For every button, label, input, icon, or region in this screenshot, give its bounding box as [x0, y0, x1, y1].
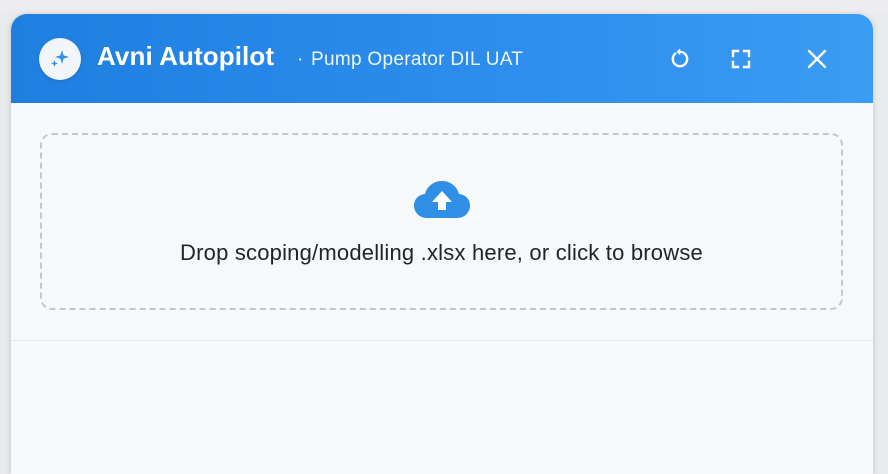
content-divider	[11, 340, 873, 341]
fullscreen-icon	[731, 49, 751, 69]
autopilot-panel: Avni Autopilot · Pump Operator DIL UAT D…	[11, 14, 873, 474]
org-subtitle: Pump Operator DIL UAT	[311, 49, 524, 70]
panel-header: Avni Autopilot · Pump Operator DIL UAT	[11, 14, 873, 103]
file-dropzone[interactable]: Drop scoping/modelling .xlsx here, or cl…	[40, 133, 843, 310]
close-button[interactable]	[800, 42, 834, 76]
refresh-button[interactable]	[663, 42, 697, 76]
fullscreen-button[interactable]	[724, 42, 758, 76]
dropzone-instructions: Drop scoping/modelling .xlsx here, or cl…	[180, 240, 703, 265]
refresh-icon	[671, 48, 689, 68]
close-icon	[807, 49, 827, 69]
app-title: Avni Autopilot	[97, 41, 275, 71]
title-separator: ·	[297, 49, 304, 70]
page-background	[0, 0, 888, 14]
app-logo	[39, 38, 81, 80]
sparkle-icon	[51, 50, 69, 67]
cloud-upload-icon	[414, 181, 470, 218]
